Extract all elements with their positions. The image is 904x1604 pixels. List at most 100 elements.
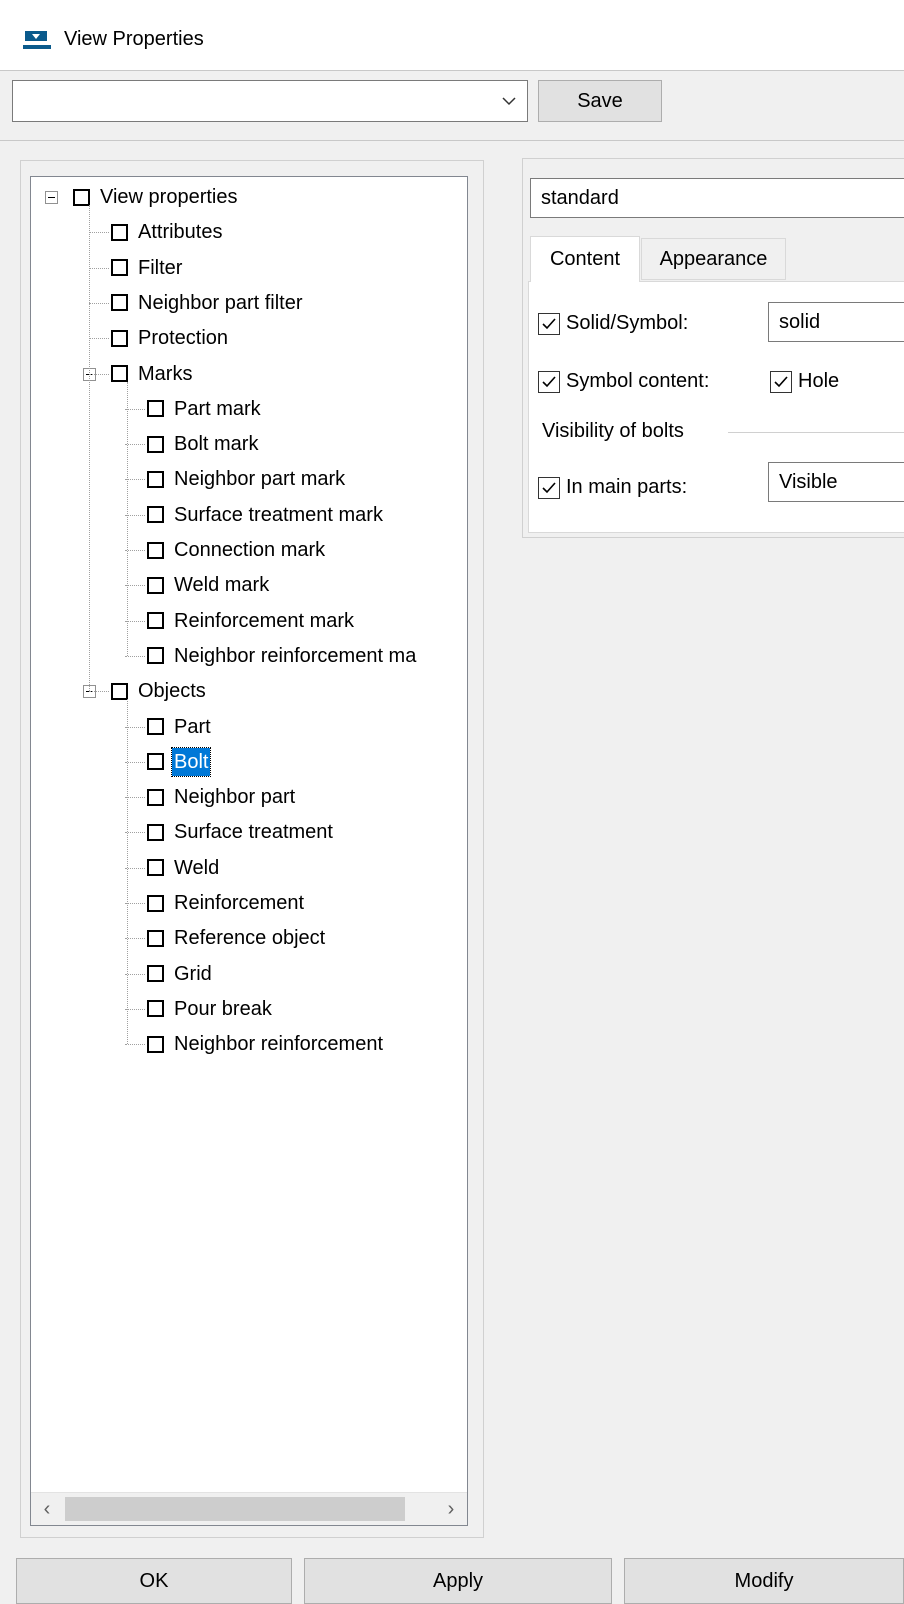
tree-node[interactable]: Neighbor part mark bbox=[147, 463, 347, 495]
tree-node[interactable]: View properties bbox=[73, 181, 239, 213]
collapse-icon[interactable] bbox=[45, 191, 58, 204]
tree-node[interactable]: Part mark bbox=[147, 393, 263, 425]
tree-node-checkbox[interactable] bbox=[147, 647, 164, 665]
tree-node[interactable]: Surface treatment mark bbox=[147, 499, 385, 531]
tree-node-label[interactable]: Pour break bbox=[172, 995, 274, 1023]
tree-node-label[interactable]: Reinforcement mark bbox=[172, 607, 356, 635]
tree-node-label[interactable]: Bolt bbox=[170, 746, 212, 777]
tree-node-label[interactable]: Surface treatment mark bbox=[172, 501, 385, 529]
tree-node-checkbox[interactable] bbox=[111, 223, 128, 241]
tree-node[interactable]: Neighbor reinforcement bbox=[147, 1028, 385, 1060]
solid-symbol-dropdown[interactable]: solid bbox=[768, 302, 904, 342]
tree-node[interactable]: Reinforcement bbox=[147, 887, 306, 919]
checkbox-box[interactable] bbox=[538, 476, 560, 499]
tree-node-label[interactable]: Surface treatment bbox=[172, 818, 335, 846]
tree-node-label[interactable]: Neighbor part bbox=[172, 783, 297, 811]
tree-node[interactable]: Protection bbox=[111, 322, 230, 354]
tree-node-label[interactable]: Attributes bbox=[136, 218, 224, 246]
in-main-parts-checkbox[interactable]: In main parts: bbox=[538, 476, 687, 499]
tree-node-checkbox[interactable] bbox=[147, 1000, 164, 1018]
tree-node-checkbox[interactable] bbox=[111, 259, 128, 277]
tree-node-label[interactable]: Protection bbox=[136, 324, 230, 352]
tree-node-label[interactable]: Connection mark bbox=[172, 536, 327, 564]
tree-node-checkbox[interactable] bbox=[147, 541, 164, 559]
tree-node[interactable]: Neighbor part filter bbox=[111, 287, 305, 319]
tree-node-checkbox[interactable] bbox=[147, 929, 164, 947]
tree-node[interactable]: Reference object bbox=[147, 922, 327, 954]
checkbox-box[interactable] bbox=[538, 370, 560, 393]
tree-node-label[interactable]: Weld bbox=[172, 854, 221, 882]
tree-node-label[interactable]: Grid bbox=[172, 960, 214, 988]
tree-node-checkbox[interactable] bbox=[147, 1035, 164, 1053]
tree-node[interactable]: Weld bbox=[147, 852, 221, 884]
view-name-field[interactable]: standard bbox=[530, 178, 904, 218]
tree-node-label[interactable]: Marks bbox=[136, 360, 194, 388]
save-button[interactable]: Save bbox=[538, 80, 662, 122]
tree-node[interactable]: Bolt mark bbox=[147, 428, 260, 460]
tree-node-label[interactable]: Neighbor reinforcement ma bbox=[172, 642, 418, 670]
tree-node-checkbox[interactable] bbox=[147, 470, 164, 488]
tree-node-checkbox[interactable] bbox=[147, 435, 164, 453]
horizontal-scrollbar[interactable]: ‹ › bbox=[31, 1492, 467, 1525]
tab-content[interactable]: Content bbox=[530, 236, 640, 282]
tree-node-checkbox[interactable] bbox=[111, 329, 128, 347]
tree-node-label[interactable]: Weld mark bbox=[172, 571, 271, 599]
tree-node[interactable]: Objects bbox=[111, 675, 208, 707]
tree-node-checkbox[interactable] bbox=[147, 612, 164, 630]
hole-checkbox[interactable]: Hole bbox=[770, 370, 839, 393]
tree-node[interactable]: Attributes bbox=[111, 216, 224, 248]
tree-node[interactable]: Bolt bbox=[147, 746, 212, 778]
view-properties-tree[interactable]: View properties Attributes Filter Neighbor … bbox=[30, 176, 468, 1526]
tree-node-checkbox[interactable] bbox=[147, 823, 164, 841]
checkbox-box[interactable] bbox=[538, 312, 560, 335]
tree-node-checkbox[interactable] bbox=[111, 365, 128, 382]
tree-node-checkbox[interactable] bbox=[147, 506, 164, 524]
tree-node-label[interactable]: Neighbor reinforcement bbox=[172, 1030, 385, 1058]
tree-node[interactable]: Grid bbox=[147, 958, 214, 990]
tree-node-label[interactable]: Reinforcement bbox=[172, 889, 306, 917]
tree-node[interactable]: Reinforcement mark bbox=[147, 605, 356, 637]
tree-node-checkbox[interactable] bbox=[73, 188, 90, 206]
scrollbar-thumb[interactable] bbox=[65, 1497, 405, 1521]
tree-node-checkbox[interactable] bbox=[147, 576, 164, 594]
tree-node-label[interactable]: View properties bbox=[98, 183, 239, 211]
tree-node-label[interactable]: Objects bbox=[136, 677, 208, 705]
tree-node[interactable]: Filter bbox=[111, 252, 184, 284]
view-properties-app-icon bbox=[23, 31, 51, 49]
tree-node[interactable]: Pour break bbox=[147, 993, 274, 1025]
tree-node[interactable]: Part bbox=[147, 711, 213, 743]
tree-node-checkbox[interactable] bbox=[147, 718, 164, 735]
tree-node-checkbox[interactable] bbox=[147, 788, 164, 806]
preset-combo[interactable] bbox=[12, 80, 528, 122]
tree-node-label[interactable]: Reference object bbox=[172, 924, 327, 952]
tree-node-checkbox[interactable] bbox=[111, 682, 128, 700]
tree-node-label[interactable]: Filter bbox=[136, 254, 184, 282]
tree-node-checkbox[interactable] bbox=[147, 965, 164, 983]
checkbox-box[interactable] bbox=[770, 370, 792, 393]
tree-node-checkbox[interactable] bbox=[111, 294, 128, 312]
apply-button[interactable]: Apply bbox=[304, 1558, 612, 1604]
tree-node[interactable]: Weld mark bbox=[147, 569, 271, 601]
scroll-right-arrow-icon[interactable]: › bbox=[441, 1499, 461, 1519]
ok-button[interactable]: OK bbox=[16, 1558, 292, 1604]
tree-node[interactable]: Connection mark bbox=[147, 534, 327, 566]
solid-symbol-checkbox[interactable]: Solid/Symbol: bbox=[538, 312, 688, 335]
tree-node[interactable]: Marks bbox=[111, 358, 194, 390]
tree-node-checkbox[interactable] bbox=[147, 400, 164, 418]
symbol-content-checkbox[interactable]: Symbol content: bbox=[538, 370, 709, 393]
tree-node-label[interactable]: Bolt mark bbox=[172, 430, 260, 458]
tree-node[interactable]: Neighbor part bbox=[147, 781, 297, 813]
tree-node-label[interactable]: Neighbor part mark bbox=[172, 465, 347, 493]
tab-appearance[interactable]: Appearance bbox=[641, 238, 786, 280]
tree-node-label[interactable]: Neighbor part filter bbox=[136, 289, 305, 317]
tree-node-checkbox[interactable] bbox=[147, 859, 164, 877]
tree-node-checkbox[interactable] bbox=[147, 894, 164, 912]
tree-node[interactable]: Surface treatment bbox=[147, 816, 335, 848]
in-main-parts-dropdown[interactable]: Visible bbox=[768, 462, 904, 502]
scroll-left-arrow-icon[interactable]: ‹ bbox=[37, 1499, 57, 1519]
tree-node-label[interactable]: Part mark bbox=[172, 395, 263, 423]
tree-node-label[interactable]: Part bbox=[172, 713, 213, 741]
tree-node[interactable]: Neighbor reinforcement ma bbox=[147, 640, 418, 672]
modify-button[interactable]: Modify bbox=[624, 1558, 904, 1604]
tree-node-checkbox[interactable] bbox=[147, 753, 164, 771]
